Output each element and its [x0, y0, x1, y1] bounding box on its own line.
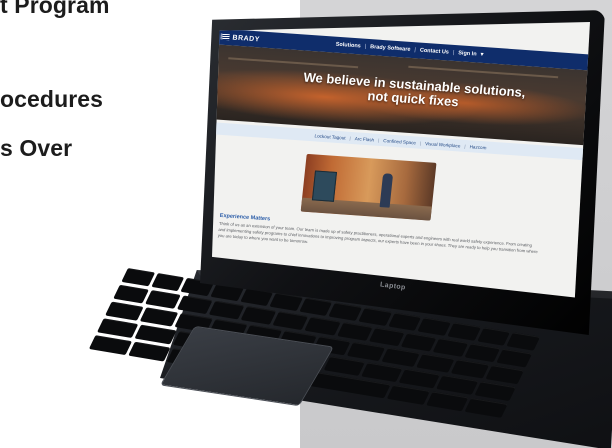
key	[299, 297, 333, 317]
key	[425, 391, 469, 412]
headline-line-3: s Over	[0, 135, 73, 161]
key	[464, 343, 501, 363]
key	[134, 324, 177, 345]
nav-contact-us[interactable]: Contact Us	[420, 48, 450, 56]
key	[361, 362, 403, 383]
photo-machine	[311, 170, 338, 202]
subnav-lockout-tagout[interactable]: Lockout Tagout	[314, 133, 346, 140]
factory-beam	[408, 65, 559, 79]
key	[323, 356, 365, 376]
key	[400, 332, 437, 352]
key	[447, 322, 481, 341]
photo-floor	[300, 197, 432, 221]
key	[304, 316, 341, 336]
key	[496, 348, 533, 368]
subnav-separator: |	[464, 143, 466, 149]
key	[381, 347, 421, 367]
page: t Program ocedures s Over BRADY Solution…	[0, 0, 612, 448]
key	[88, 335, 132, 356]
key	[436, 375, 479, 395]
nav-separator: |	[414, 47, 417, 54]
key	[328, 302, 363, 321]
subnav-separator: |	[377, 137, 380, 143]
key	[485, 365, 525, 385]
photo-worker	[379, 173, 394, 208]
key	[336, 322, 373, 341]
key	[208, 300, 245, 320]
key	[127, 341, 171, 362]
key	[272, 311, 309, 331]
key	[240, 306, 277, 325]
brady-logo-icon	[220, 33, 230, 41]
key	[347, 342, 386, 362]
key	[416, 353, 455, 373]
brady-logo[interactable]: BRADY	[220, 33, 260, 43]
key	[368, 327, 405, 347]
key	[464, 397, 508, 418]
headline-line-1: t Program	[0, 0, 110, 18]
brand-name: BRADY	[232, 33, 261, 43]
headline-line-2: ocedures	[0, 86, 104, 112]
key	[145, 290, 181, 309]
content-photo	[300, 153, 437, 221]
key	[474, 381, 516, 402]
hero-title: We believe in sustainable solutions, not…	[273, 69, 555, 116]
key	[177, 295, 213, 315]
subnav-separator: |	[419, 140, 422, 146]
key	[450, 359, 490, 379]
key	[121, 268, 155, 287]
nav-brady-software[interactable]: Brady Software	[370, 44, 411, 53]
chevron-down-icon[interactable]: ▾	[480, 52, 483, 58]
subnav-arc-flash[interactable]: Arc Flash	[355, 136, 375, 142]
nav-sign-in[interactable]: Sign In	[458, 50, 477, 57]
nav-separator: |	[452, 49, 455, 56]
key	[386, 384, 430, 405]
subnav-separator: |	[349, 135, 352, 141]
nav-solutions[interactable]: Solutions	[335, 42, 361, 50]
key	[358, 307, 392, 326]
key	[477, 327, 511, 346]
key	[96, 318, 139, 339]
key	[388, 312, 422, 331]
nav-separator: |	[364, 43, 367, 50]
key	[150, 272, 185, 292]
key	[105, 301, 144, 321]
subnav-confined-space[interactable]: Confined Space	[383, 138, 416, 145]
key	[432, 338, 469, 357]
subnav-hazcom[interactable]: Hazcom	[469, 144, 486, 150]
key	[417, 317, 452, 336]
key	[139, 307, 179, 327]
content-paragraph: Think of us as an extension of your team…	[217, 220, 539, 255]
key	[398, 368, 441, 389]
key	[113, 284, 150, 304]
factory-beam	[228, 57, 359, 69]
subnav-visual-workplace[interactable]: Visual Workplace	[425, 141, 461, 148]
